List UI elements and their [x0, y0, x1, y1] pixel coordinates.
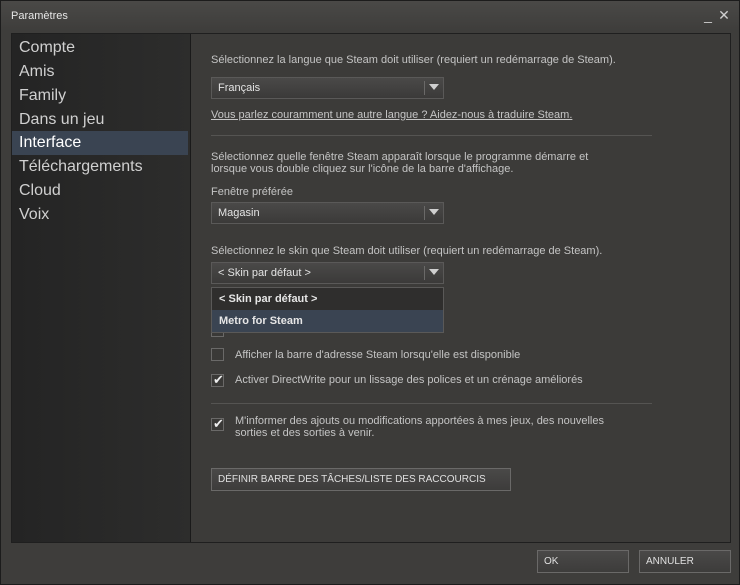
check-icon: ✔: [213, 416, 224, 431]
minimize-icon[interactable]: _: [701, 7, 715, 23]
window-pref-select[interactable]: Magasin: [211, 202, 444, 224]
sidebar-item-compte[interactable]: Compte: [12, 36, 188, 60]
sidebar-item-telechargements[interactable]: Téléchargements: [12, 155, 188, 179]
sidebar-item-amis[interactable]: Amis: [12, 60, 188, 84]
chevron-down-icon: [429, 84, 439, 90]
set-taskbar-button[interactable]: DÉFINIR BARRE DES TÂCHES/LISTE DES RACCO…: [211, 468, 511, 491]
language-select[interactable]: Français: [211, 77, 444, 99]
address-bar-checkbox[interactable]: [211, 348, 224, 361]
skin-select-value: < Skin par défaut >: [218, 267, 311, 279]
chevron-down-icon: [429, 269, 439, 275]
select-divider: [424, 81, 425, 95]
sidebar-item-voix[interactable]: Voix: [12, 203, 188, 227]
translate-help-link[interactable]: Vous parlez couramment une autre langue …: [211, 109, 572, 122]
directwrite-label: Activer DirectWrite pour un lissage des …: [235, 374, 583, 386]
address-bar-label: Afficher la barre d'adresse Steam lorsqu…: [235, 349, 521, 361]
sidebar-item-interface[interactable]: Interface: [12, 131, 188, 155]
check-icon: ✔: [213, 372, 224, 387]
sidebar-item-cloud[interactable]: Cloud: [12, 179, 188, 203]
close-icon[interactable]: ✕: [717, 7, 731, 23]
skin-label: Sélectionnez le skin que Steam doit util…: [211, 245, 603, 257]
settings-frame: Compte Amis Family Dans un jeu Interface…: [11, 33, 731, 543]
window-pref-select-value: Magasin: [218, 207, 260, 219]
ok-button[interactable]: OK: [537, 550, 629, 573]
settings-window: Paramètres _ ✕ Compte Amis Family Dans u…: [0, 0, 740, 585]
section-divider: [211, 135, 652, 136]
language-select-value: Français: [218, 82, 261, 94]
select-divider: [424, 266, 425, 280]
window-pref-description-2: lorsque vous double cliquez sur l'icône …: [211, 163, 514, 175]
skin-option-default[interactable]: < Skin par défaut >: [212, 288, 443, 310]
notify-label-2: sorties et des sorties à venir.: [235, 427, 375, 439]
select-divider: [424, 206, 425, 220]
notify-checkbox[interactable]: ✔: [211, 416, 224, 431]
section-divider: [211, 403, 652, 404]
cancel-button[interactable]: ANNULER: [639, 550, 731, 573]
chevron-down-icon: [429, 209, 439, 215]
skin-select[interactable]: < Skin par défaut >: [211, 262, 444, 284]
sidebar-item-family[interactable]: Family: [12, 84, 188, 108]
title-bar[interactable]: Paramètres _ ✕: [1, 1, 739, 31]
window-pref-label: Fenêtre préférée: [211, 186, 293, 198]
interface-settings-panel: Sélectionnez la langue que Steam doit ut…: [211, 34, 721, 542]
window-title: Paramètres: [11, 10, 68, 22]
language-label: Sélectionnez la langue que Steam doit ut…: [211, 54, 616, 66]
directwrite-checkbox[interactable]: ✔: [211, 372, 224, 387]
skin-option-metro[interactable]: Metro for Steam: [212, 310, 443, 332]
sidebar-item-dans-un-jeu[interactable]: Dans un jeu: [12, 108, 188, 132]
skin-dropdown-list: < Skin par défaut > Metro for Steam: [211, 287, 444, 333]
sidebar: Compte Amis Family Dans un jeu Interface…: [12, 34, 191, 542]
